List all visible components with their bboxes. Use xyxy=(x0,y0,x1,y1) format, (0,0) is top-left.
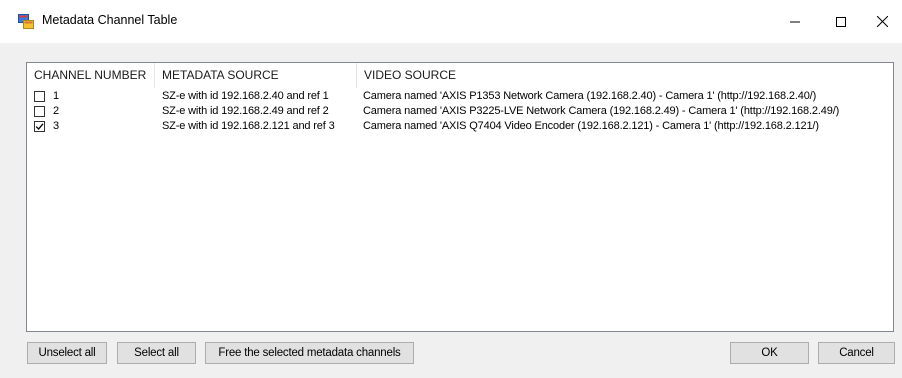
metadata-source: SZ-e with id 192.168.2.121 and ref 3 xyxy=(162,120,335,132)
minimize-button[interactable] xyxy=(772,0,818,43)
maximize-button[interactable] xyxy=(818,0,864,43)
table-rows: 1 SZ-e with id 192.168.2.40 and ref 1 Ca… xyxy=(27,89,893,134)
maximize-icon xyxy=(836,16,846,27)
metadata-channel-table[interactable]: CHANNEL NUMBER METADATA SOURCE VIDEO SOU… xyxy=(26,62,894,332)
column-header-video-source[interactable]: VIDEO SOURCE xyxy=(357,63,893,88)
minimize-icon xyxy=(790,21,800,22)
table-row[interactable]: 2 SZ-e with id 192.168.2.49 and ref 2 Ca… xyxy=(27,104,893,119)
row-checkbox[interactable] xyxy=(34,91,45,102)
cancel-button[interactable]: Cancel xyxy=(818,342,895,364)
table-row[interactable]: 3 SZ-e with id 192.168.2.121 and ref 3 C… xyxy=(27,119,893,134)
table-row[interactable]: 1 SZ-e with id 192.168.2.40 and ref 1 Ca… xyxy=(27,89,893,104)
row-checkbox[interactable] xyxy=(34,121,45,132)
title-bar: Metadata Channel Table xyxy=(0,0,902,43)
video-source: Camera named 'AXIS P3225-LVE Network Cam… xyxy=(363,105,840,117)
close-icon xyxy=(876,16,888,27)
window-title: Metadata Channel Table xyxy=(42,13,178,27)
free-selected-channels-button[interactable]: Free the selected metadata channels xyxy=(205,342,414,364)
channel-number: 3 xyxy=(53,120,59,132)
select-all-button[interactable]: Select all xyxy=(117,342,196,364)
checkmark-icon xyxy=(35,123,44,130)
column-header-channel-number[interactable]: CHANNEL NUMBER xyxy=(27,63,154,88)
channel-number: 1 xyxy=(53,90,59,102)
video-source: Camera named 'AXIS P1353 Network Camera … xyxy=(363,90,817,102)
unselect-all-button[interactable]: Unselect all xyxy=(27,342,107,364)
close-button[interactable] xyxy=(862,0,902,43)
ok-button[interactable]: OK xyxy=(730,342,809,364)
metadata-source: SZ-e with id 192.168.2.49 and ref 2 xyxy=(162,105,329,117)
column-header-metadata-source[interactable]: METADATA SOURCE xyxy=(155,63,356,88)
table-header: CHANNEL NUMBER METADATA SOURCE VIDEO SOU… xyxy=(27,63,893,88)
video-source: Camera named 'AXIS Q7404 Video Encoder (… xyxy=(363,120,819,132)
row-checkbox[interactable] xyxy=(34,106,45,117)
channel-number: 2 xyxy=(53,105,59,117)
app-window-icon xyxy=(18,14,34,30)
metadata-source: SZ-e with id 192.168.2.40 and ref 1 xyxy=(162,90,329,102)
